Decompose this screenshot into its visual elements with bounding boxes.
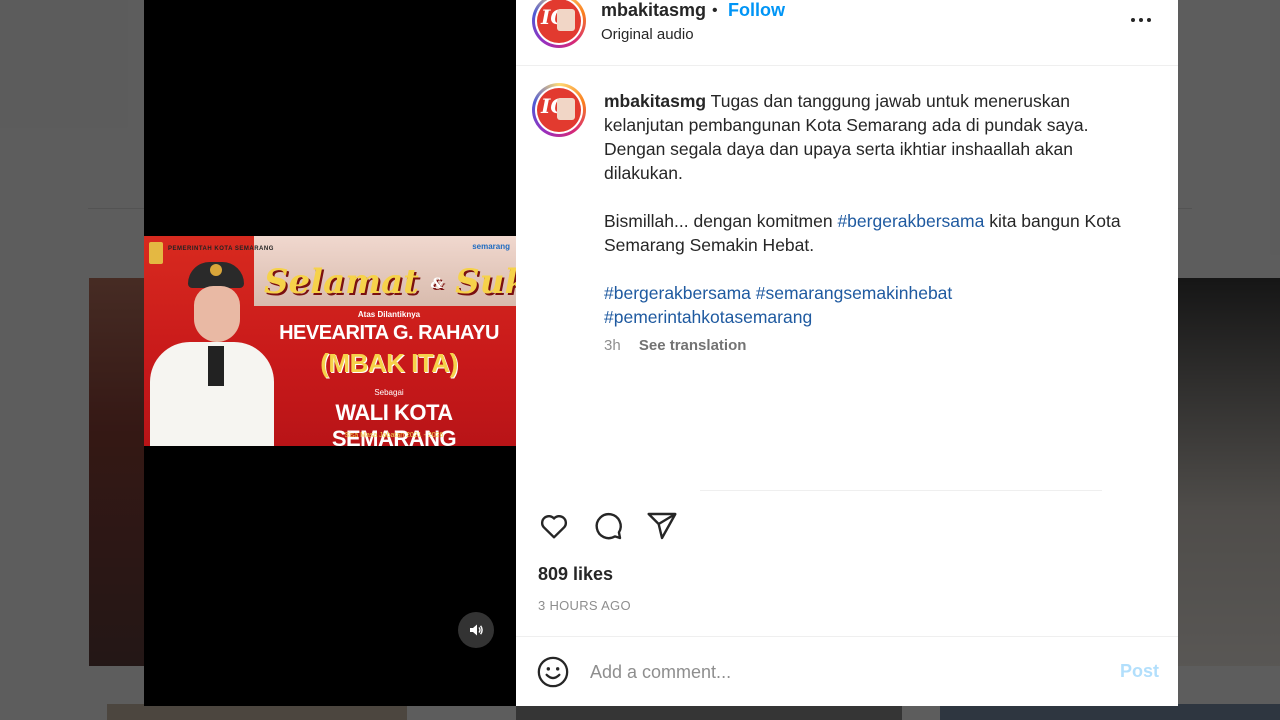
hashtag-link[interactable]: #bergerakbersama: [837, 211, 984, 231]
caption-username[interactable]: mbakitasmg: [604, 91, 706, 111]
banner-portrait: [150, 258, 274, 446]
audio-label[interactable]: Original audio: [601, 26, 694, 43]
caption-text: mbakitasmg Tugas dan tanggung jawab untu…: [604, 89, 1134, 353]
banner-gov-text: PEMERINTAH KOTA SEMARANG: [168, 246, 274, 252]
hashtag-link[interactable]: #bergerakbersama: [604, 283, 751, 303]
post-details-panel: IG mbakitasmg • Follow Original audio IG: [516, 0, 1178, 706]
banner-title-left: Selamat: [264, 262, 419, 302]
mute-toggle-button[interactable]: [458, 612, 494, 648]
follow-button[interactable]: Follow: [728, 0, 785, 21]
caption-section: IG mbakitasmg Tugas dan tanggung jawab u…: [516, 67, 1178, 491]
share-icon: [647, 512, 677, 540]
post-modal: PEMERINTAH KOTA SEMARANG semarang Selama…: [144, 0, 1178, 706]
banner-line-2: HEVEARITA G. RAHAYU: [279, 322, 499, 344]
banner-line-5: WALI KOTA SEMARANG: [331, 400, 457, 446]
banner-line-3: (MBAK ITA): [320, 348, 458, 378]
post-comment-button[interactable]: Post: [1120, 661, 1159, 682]
more-horizontal-icon: [1131, 18, 1135, 22]
share-button[interactable]: [644, 508, 680, 544]
emoji-button[interactable]: [536, 655, 570, 689]
banner-title-amp: &: [430, 276, 444, 292]
separator-dot: •: [712, 2, 718, 19]
caption-paragraph-2-pre: Bismillah... dengan komitmen: [604, 211, 838, 231]
comment-button[interactable]: [590, 508, 626, 544]
header-username[interactable]: mbakitasmg: [601, 0, 706, 21]
action-bar: [536, 508, 680, 544]
video-frame-banner: PEMERINTAH KOTA SEMARANG semarang Selama…: [144, 236, 516, 446]
comment-bar: Post: [516, 636, 1178, 706]
more-options-button[interactable]: [1126, 8, 1156, 32]
emoji-icon: [537, 656, 569, 688]
comment-icon: [595, 512, 622, 540]
banner-brand: semarang: [472, 242, 510, 251]
like-button[interactable]: [536, 508, 572, 544]
section-divider: [700, 490, 1102, 491]
post-timestamp[interactable]: 3 HOURS AGO: [538, 598, 631, 613]
hashtag-link[interactable]: #semarangsemakinhebat: [756, 283, 953, 303]
banner-line-4: Sebagai: [374, 388, 404, 397]
heart-icon: [540, 514, 568, 539]
likes-count[interactable]: 809 likes: [538, 564, 613, 585]
caption-time: 3h: [604, 337, 621, 354]
post-media[interactable]: PEMERINTAH KOTA SEMARANG semarang Selama…: [144, 0, 516, 706]
banner-title: Selamat & Sukses: [264, 262, 516, 302]
banner-line-6: Sisa Masa Jabatan 2021 - 2026: [344, 432, 444, 439]
volume-icon: [470, 624, 483, 636]
post-header: IG mbakitasmg • Follow Original audio: [516, 0, 1178, 66]
caption-meta: 3h See translation: [604, 337, 746, 354]
see-translation-link[interactable]: See translation: [639, 337, 747, 354]
hashtag-link[interactable]: #pemerintahkotasemarang: [604, 307, 812, 327]
comment-input[interactable]: [590, 657, 1070, 687]
banner-title-right: Sukses: [455, 262, 516, 302]
avatar[interactable]: IG: [532, 0, 586, 48]
banner-line-1: Atas Dilantiknya: [357, 310, 421, 319]
caption-avatar[interactable]: IG: [532, 83, 586, 137]
